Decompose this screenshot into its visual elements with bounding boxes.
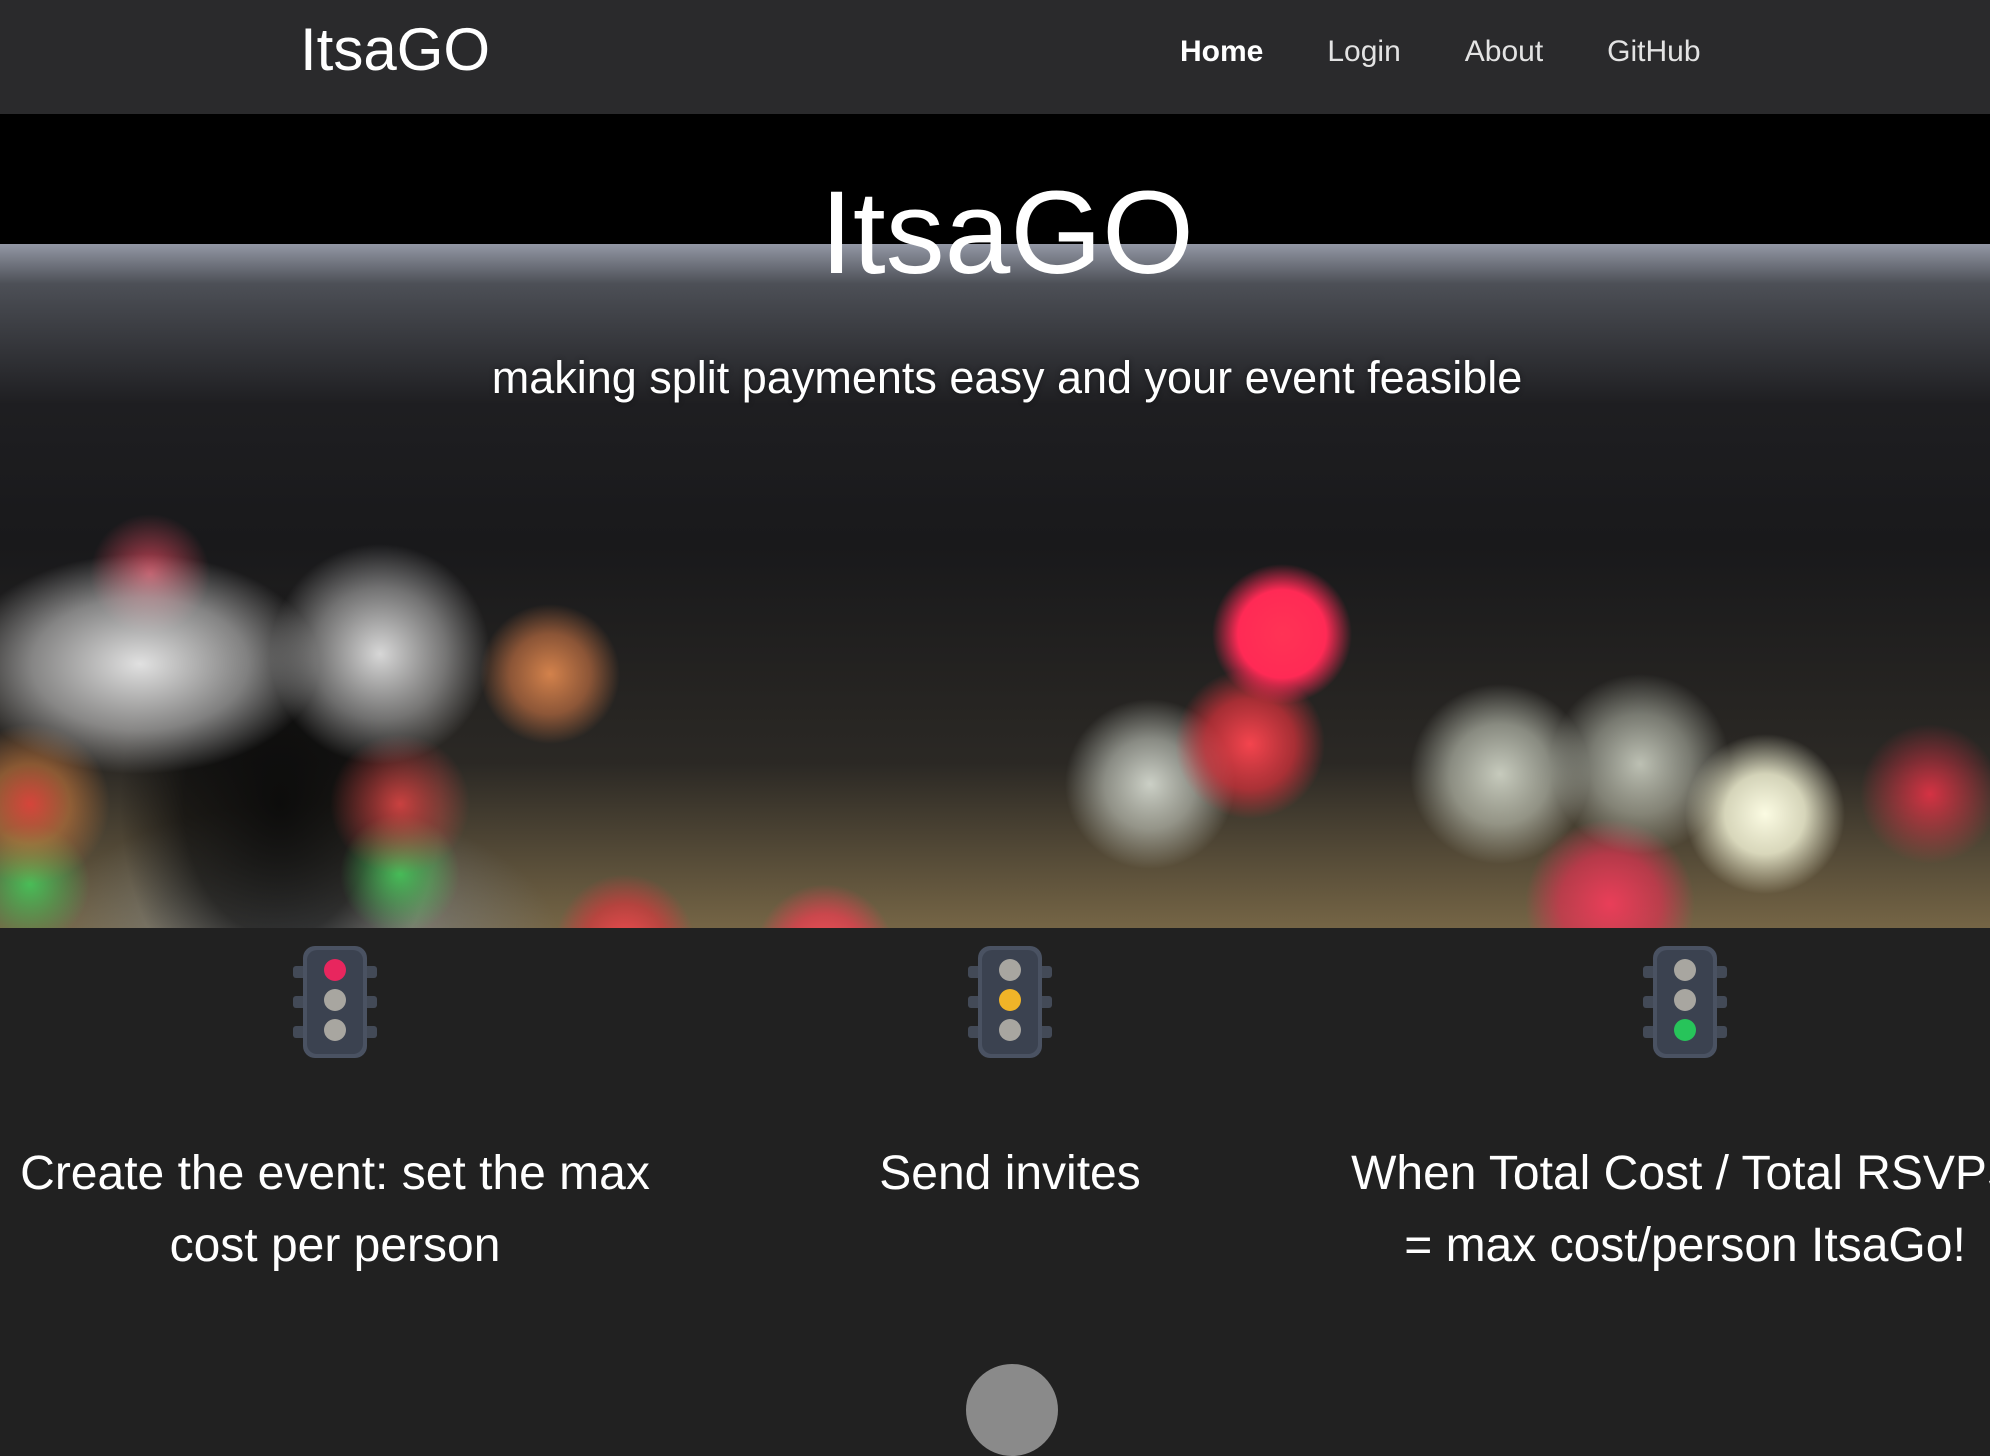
nav-link-home[interactable]: Home bbox=[1180, 32, 1263, 72]
brand-logo[interactable]: ItsaGO bbox=[300, 14, 490, 86]
feature-text: When Total Cost / Total RSVPS = max cost… bbox=[1351, 1147, 1990, 1272]
hero-subtitle: making split payments easy and your even… bbox=[491, 352, 1523, 403]
traffic-light-red-icon bbox=[293, 946, 377, 1058]
hero-background-image bbox=[0, 244, 1990, 928]
nav-link-login[interactable]: Login bbox=[1327, 32, 1400, 72]
nav-link-about[interactable]: About bbox=[1465, 32, 1543, 72]
navbar: ItsaGO Home Login About GitHub bbox=[0, 0, 1990, 114]
scroll-down-button[interactable] bbox=[966, 1364, 1058, 1456]
hero-section: ItsaGO making split payments easy and yo… bbox=[0, 114, 1990, 928]
feature-text: Send invites bbox=[879, 1147, 1141, 1200]
traffic-light-yellow-icon bbox=[968, 946, 1052, 1058]
features-section: Create the event: set the max cost per p… bbox=[0, 928, 1990, 1398]
nav-link-github[interactable]: GitHub bbox=[1607, 32, 1700, 72]
hero-title: ItsaGO bbox=[820, 167, 1194, 299]
nav-menu: Home Login About GitHub bbox=[1180, 32, 1765, 72]
feature-text: Create the event: set the max cost per p… bbox=[20, 1147, 650, 1272]
traffic-light-green-icon bbox=[1643, 946, 1727, 1058]
